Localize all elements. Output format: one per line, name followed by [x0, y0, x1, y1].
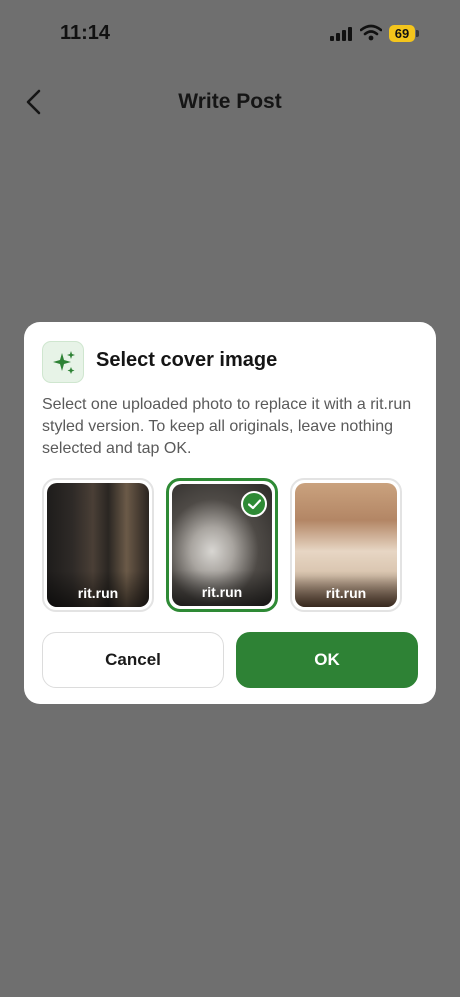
signal-icon	[330, 27, 352, 41]
dialog-description: Select one uploaded photo to replace it …	[42, 396, 412, 457]
wifi-icon	[360, 24, 382, 41]
watermark-label: rit.run	[295, 571, 397, 607]
photo-option-2[interactable]: rit.run	[166, 478, 278, 612]
page-title: Write Post	[178, 90, 282, 113]
cancel-button[interactable]: Cancel	[42, 632, 224, 688]
photo-option-3[interactable]: rit.run	[290, 478, 402, 612]
photo-runner-portrait: rit.run	[295, 483, 397, 607]
watermark-label: rit.run	[172, 570, 272, 606]
dialog-title: Select cover image	[96, 349, 278, 371]
status-bar: 11:14 69	[0, 0, 460, 70]
battery-icon: 69	[389, 25, 419, 42]
checkmark-icon	[241, 491, 267, 517]
battery-level: 69	[394, 26, 410, 41]
photo-options: rit.run rit.run rit.run	[42, 478, 418, 612]
cover-image-dialog: Select cover image Select one uploaded p…	[24, 322, 436, 704]
photo-option-1[interactable]: rit.run	[42, 478, 154, 612]
status-time: 11:14	[60, 22, 111, 44]
watermark-label: rit.run	[47, 571, 149, 607]
sparkles-icon	[42, 341, 84, 383]
photo-runners-legs: rit.run	[47, 483, 149, 607]
ok-button[interactable]: OK	[236, 632, 418, 688]
